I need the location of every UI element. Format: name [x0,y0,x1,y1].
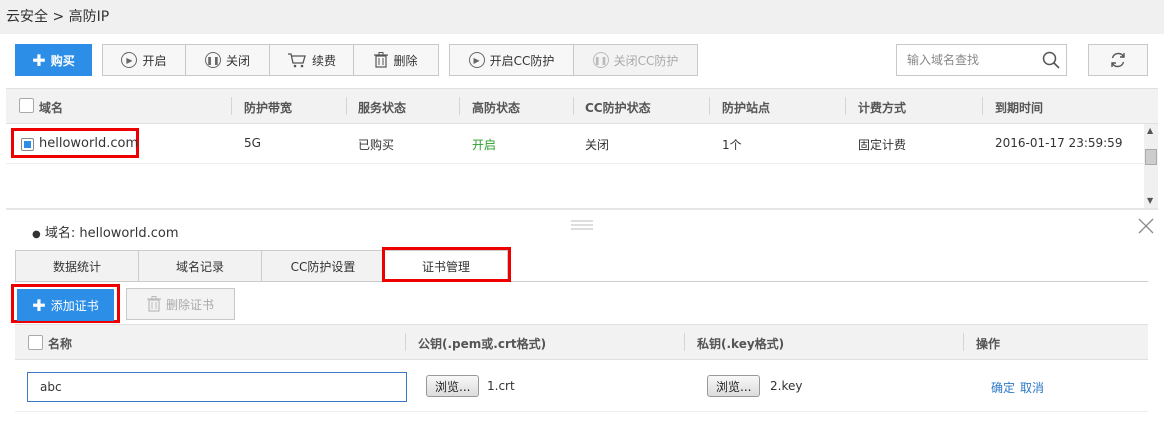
col-divider [231,97,232,115]
confirm-link[interactable]: 确定 [991,379,1015,396]
row-checkbox[interactable] [21,138,34,151]
delete-button[interactable]: 删除 [353,44,439,76]
cc-on-button[interactable]: ▶ 开启CC防护 [449,44,574,76]
col-private-key: 私钥(.key格式) [697,337,785,351]
cert-toolbar: ✚ 添加证书 删除证书 [11,282,1148,324]
close-button[interactable]: ❚❚ 关闭 [185,44,270,76]
plus-icon: ✚ [32,50,46,70]
renew-button[interactable]: 续费 [269,44,354,76]
col-sites: 防护站点 [722,101,771,115]
bullet-icon: ● [32,229,41,240]
tab-domain-records[interactable]: 域名记录 [138,250,262,282]
cert-select-all-checkbox[interactable] [28,335,43,350]
cell-cc-status: 关闭 [585,138,610,152]
resize-grip-icon[interactable] [571,219,593,231]
buy-button[interactable]: ✚ 购买 [15,44,92,76]
trash-icon [374,52,389,68]
private-key-file: 2.key [770,379,803,393]
scroll-thumb[interactable] [1145,149,1157,165]
col-divider [573,97,574,115]
search-box [896,44,1067,76]
browse-public-button[interactable]: 浏览... [426,375,480,397]
col-defense-status: 高防状态 [472,101,521,115]
col-bandwidth: 防护带宽 [244,101,293,115]
delete-cert-button[interactable]: 删除证书 [126,288,235,320]
col-divider [709,97,710,115]
col-expiry: 到期时间 [995,101,1044,115]
delete-label: 删除 [393,53,418,68]
cell-bandwidth: 5G [244,136,261,150]
tab-label: 数据统计 [52,259,101,274]
col-cc-status: CC防护状态 [585,101,651,115]
col-public-key: 公钥(.pem或.crt格式) [418,337,547,351]
col-divider [963,333,964,351]
col-divider [405,333,406,351]
cell-billing: 固定计费 [858,138,907,152]
cell-sites: 1个 [722,138,742,152]
table-scrollbar[interactable]: ▲ ▼ [1144,124,1158,208]
refresh-button[interactable] [1088,44,1148,76]
close-icon[interactable] [1138,218,1154,239]
tab-label: CC防护设置 [290,259,356,274]
cell-domain: helloworld.com [39,136,139,151]
cert-row: 浏览... 1.crt 浏览... 2.key 确定 取消 [15,360,1148,412]
plus-icon: ✚ [32,295,46,315]
scroll-up-icon[interactable]: ▲ [1147,126,1153,135]
close-label: 关闭 [225,53,250,68]
col-billing: 计费方式 [858,101,907,115]
cert-table-header: 名称 公钥(.pem或.crt格式) 私钥(.key格式) 操作 [15,324,1148,360]
add-cert-button[interactable]: ✚ 添加证书 [17,289,114,321]
col-domain: 域名 [39,101,64,115]
tab-highlight [382,247,511,282]
panel-divider [6,208,1158,210]
breadcrumb: 云安全 > 高防IP [6,9,110,25]
tab-data-stats[interactable]: 数据统计 [15,250,139,282]
cc-off-label: 关闭CC防护 [613,53,679,68]
buy-label: 购买 [50,53,75,68]
search-icon[interactable] [1042,51,1060,69]
col-cert-name: 名称 [48,337,73,351]
play-icon: ▶ [468,52,485,68]
tab-label: 域名记录 [175,259,224,274]
start-button[interactable]: ▶ 开启 [102,44,186,76]
cc-off-button[interactable]: ❚❚ 关闭CC防护 [573,44,698,76]
renew-label: 续费 [311,53,336,68]
col-divider [684,333,685,351]
browse-private-button[interactable]: 浏览... [707,375,761,397]
col-divider [982,97,983,115]
checkbox-mark [24,141,31,148]
refresh-icon [1111,52,1125,68]
cell-service-status: 已购买 [358,138,395,152]
cart-icon [287,53,306,68]
cert-name-input[interactable] [27,372,407,402]
play-icon: ▶ [121,52,138,68]
domain-table-header: 域名 防护带宽 服务状态 高防状态 CC防护状态 防护站点 计费方式 到期时间 [6,88,1158,124]
trash-icon [146,296,161,312]
search-input[interactable] [897,45,1037,75]
start-label: 开启 [142,53,167,68]
add-cert-label: 添加证书 [50,298,99,313]
scroll-down-icon[interactable]: ▼ [1147,196,1153,205]
public-key-file: 1.crt [487,379,515,393]
pause-icon: ❚❚ [204,52,221,68]
breadcrumb-bar [0,0,1164,34]
delete-cert-label: 删除证书 [165,297,214,312]
detail-tabs: 数据统计 域名记录 CC防护设置 证书管理 [15,247,1148,282]
detail-domain: ● 域名: helloworld.com [32,222,179,241]
select-all-checkbox[interactable] [19,98,34,113]
col-service-status: 服务状态 [358,101,407,115]
col-divider [459,97,460,115]
detail-domain-label: 域名: helloworld.com [44,226,179,241]
pause-icon: ❚❚ [592,52,609,68]
cell-expiry: 2016-01-17 23:59:59 [995,136,1123,150]
cell-defense-status: 开启 [472,138,497,152]
cc-on-label: 开启CC防护 [489,53,555,68]
col-divider [346,97,347,115]
table-row[interactable]: helloworld.com 5G 已购买 开启 关闭 1个 固定计费 2016… [6,124,1144,164]
tab-cc-settings[interactable]: CC防护设置 [261,250,385,282]
col-actions: 操作 [976,337,1001,351]
cancel-link[interactable]: 取消 [1020,379,1044,396]
col-divider [845,97,846,115]
